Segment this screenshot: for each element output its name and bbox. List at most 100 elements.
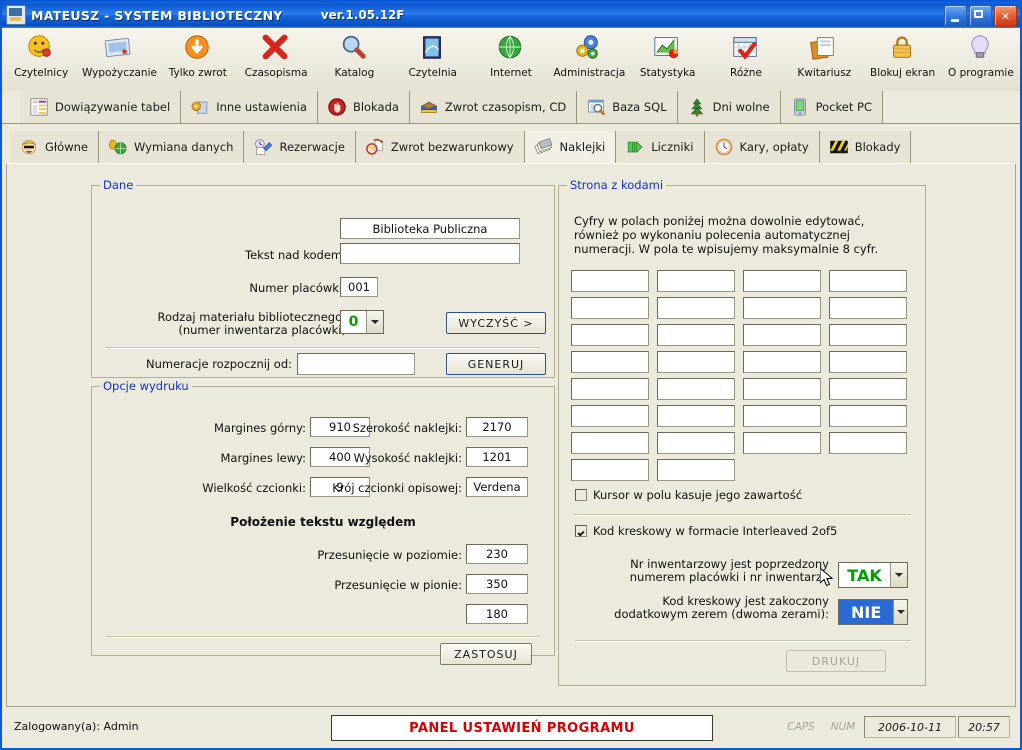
tab-inne-ustawienia[interactable]: Inne ustawienia <box>181 91 318 123</box>
toolbar-item-internet[interactable]: Internet <box>472 28 550 92</box>
close-button[interactable]: ✕ <box>994 5 1017 27</box>
code-field-21[interactable] <box>571 405 649 427</box>
label-width-input[interactable]: 2170 <box>466 417 528 437</box>
offset-horizontal-input[interactable]: 230 <box>466 544 528 564</box>
boy-face-icon <box>21 139 37 155</box>
code-field-24[interactable] <box>829 405 907 427</box>
code-field-25[interactable] <box>571 432 649 454</box>
print-button[interactable]: DRUKUJ <box>786 650 886 672</box>
generate-button[interactable]: GENERUJ <box>446 353 546 375</box>
cursor-clear-checkbox-row[interactable]: Kursor w polu kasuje jego zawartość <box>575 488 802 502</box>
strona-info-line1: Cyfry w polach poniżej można dowolnie ed… <box>574 214 865 228</box>
code-field-4[interactable] <box>829 270 907 292</box>
margin-top-label: Margines górny: <box>214 421 306 435</box>
cursor-clear-checkbox[interactable] <box>575 489 587 501</box>
window-controls: ✕ <box>944 5 1017 27</box>
text-above-code-input-2[interactable] <box>340 243 520 264</box>
code-field-20[interactable] <box>829 378 907 400</box>
material-type-combo[interactable]: 0 <box>340 310 384 334</box>
tab-liczniki[interactable]: Liczniki <box>616 131 705 163</box>
code-field-27[interactable] <box>743 432 821 454</box>
code-field-row <box>571 270 917 292</box>
code-field-11[interactable] <box>743 324 821 346</box>
code-field-28[interactable] <box>829 432 907 454</box>
chevron-down-icon[interactable] <box>890 563 907 587</box>
code-field-3[interactable] <box>743 270 821 292</box>
code-field-22[interactable] <box>657 405 735 427</box>
code-field-13[interactable] <box>571 351 649 373</box>
toolbar-item-tylko-zwrot[interactable]: Tylko zwrot <box>159 28 237 92</box>
branch-number-input[interactable]: 001 <box>340 277 378 297</box>
code-field-1[interactable] <box>571 270 649 292</box>
strona-info-line3: numeracji. W pola te wpisujemy maksymaln… <box>574 242 879 256</box>
tab-naklejki[interactable]: Naklejki <box>524 131 617 163</box>
tab-row-filler <box>911 131 1020 163</box>
code-field-17[interactable] <box>571 378 649 400</box>
chart-icon <box>654 37 678 59</box>
font-face-input[interactable]: Verdena <box>466 477 528 497</box>
suffix-value: NIE <box>839 600 894 624</box>
code-field-9[interactable] <box>571 324 649 346</box>
toolbar-item-r-ne[interactable]: Różne <box>707 28 785 92</box>
code-field-18[interactable] <box>657 378 735 400</box>
toolbar-item-wypo-yczanie[interactable]: Wypożyczanie <box>80 28 158 92</box>
prefix-value: TAK <box>847 565 882 585</box>
toolbar-item-czytelnia[interactable]: Czytelnia <box>394 28 472 92</box>
tab-pocket-pc[interactable]: Pocket PC <box>780 91 883 123</box>
tab-wymiana-danych[interactable]: Wymiana danych <box>99 131 245 163</box>
text-above-code-input[interactable]: Biblioteka Publiczna <box>340 218 520 239</box>
tab-blokada[interactable]: Blokada <box>317 91 410 123</box>
tab-zwrot-czasopism-cd[interactable]: Zwrot czasopism, CD <box>409 91 578 123</box>
code-field-2[interactable] <box>657 270 735 292</box>
toolbar-item-kwitariusz[interactable]: Kwitariusz <box>785 28 863 92</box>
suffix-label: Kod kreskowy jest zakoczony dodatkowym z… <box>573 595 829 621</box>
toolbar-item-czasopisma[interactable]: Czasopisma <box>237 28 315 92</box>
tab-baza-sql[interactable]: Baza SQL <box>577 91 678 123</box>
label-height-input[interactable]: 1201 <box>466 447 528 467</box>
code-field-23[interactable] <box>743 405 821 427</box>
tab-zwrot-bezwarunkowy[interactable]: Zwrot bezwarunkowy <box>355 131 525 163</box>
tab-dni-wolne[interactable]: Dni wolne <box>677 91 781 123</box>
toolbar-item-statystyka[interactable]: Statystyka <box>629 28 707 92</box>
apply-button[interactable]: ZASTOSUJ <box>440 643 532 665</box>
suffix-combo[interactable]: NIE <box>838 599 908 625</box>
toolbar-item-katalog[interactable]: Katalog <box>315 28 393 92</box>
code-field-19[interactable] <box>743 378 821 400</box>
tab-blokady[interactable]: Blokady <box>819 131 912 163</box>
num-indicator: NUM <box>830 721 856 733</box>
code-field-12[interactable] <box>829 324 907 346</box>
interleaved-checkbox[interactable] <box>575 525 587 537</box>
code-field-29[interactable] <box>571 459 649 481</box>
chevron-down-icon[interactable] <box>366 311 383 333</box>
interleaved-checkbox-row[interactable]: Kod kreskowy w formacie Interleaved 2of5 <box>575 524 837 538</box>
code-field-26[interactable] <box>657 432 735 454</box>
counter-icon <box>628 141 643 153</box>
minimize-button[interactable] <box>944 5 967 27</box>
code-field-14[interactable] <box>657 351 735 373</box>
tab-kary-op-aty[interactable]: Kary, opłaty <box>704 131 820 163</box>
tab-g-wne[interactable]: Główne <box>10 131 99 163</box>
offset-vertical-input[interactable]: 350 <box>466 574 528 594</box>
code-field-10[interactable] <box>657 324 735 346</box>
toolbar-item-o-programie[interactable]: O programie <box>942 28 1020 92</box>
gears-icon <box>576 35 599 59</box>
maximize-button[interactable] <box>969 5 992 27</box>
code-field-30[interactable] <box>657 459 735 481</box>
chevron-down-icon[interactable] <box>893 600 907 624</box>
code-field-7[interactable] <box>743 297 821 319</box>
clear-button[interactable]: WYCZYŚĆ > <box>446 312 546 334</box>
code-field-5[interactable] <box>571 297 649 319</box>
code-field-8[interactable] <box>829 297 907 319</box>
toolbar-item-czytelnicy[interactable]: Czytelnicy <box>2 28 80 92</box>
tab-dowi-zywanie-tabel[interactable]: Dowiązywanie tabel <box>20 91 182 123</box>
toolbar-item-administracja[interactable]: Administracja <box>550 28 628 92</box>
prefix-combo[interactable]: TAK <box>838 562 908 588</box>
toolbar-item-blokuj-ekran[interactable]: Blokuj ekran <box>863 28 941 92</box>
tab-label: Wymiana danych <box>134 140 234 154</box>
tab-rezerwacje[interactable]: Rezerwacje <box>244 131 356 163</box>
offset-extra-input[interactable]: 180 <box>466 604 528 624</box>
code-field-15[interactable] <box>743 351 821 373</box>
numbering-from-input[interactable] <box>297 353 415 375</box>
code-field-16[interactable] <box>829 351 907 373</box>
code-field-6[interactable] <box>657 297 735 319</box>
